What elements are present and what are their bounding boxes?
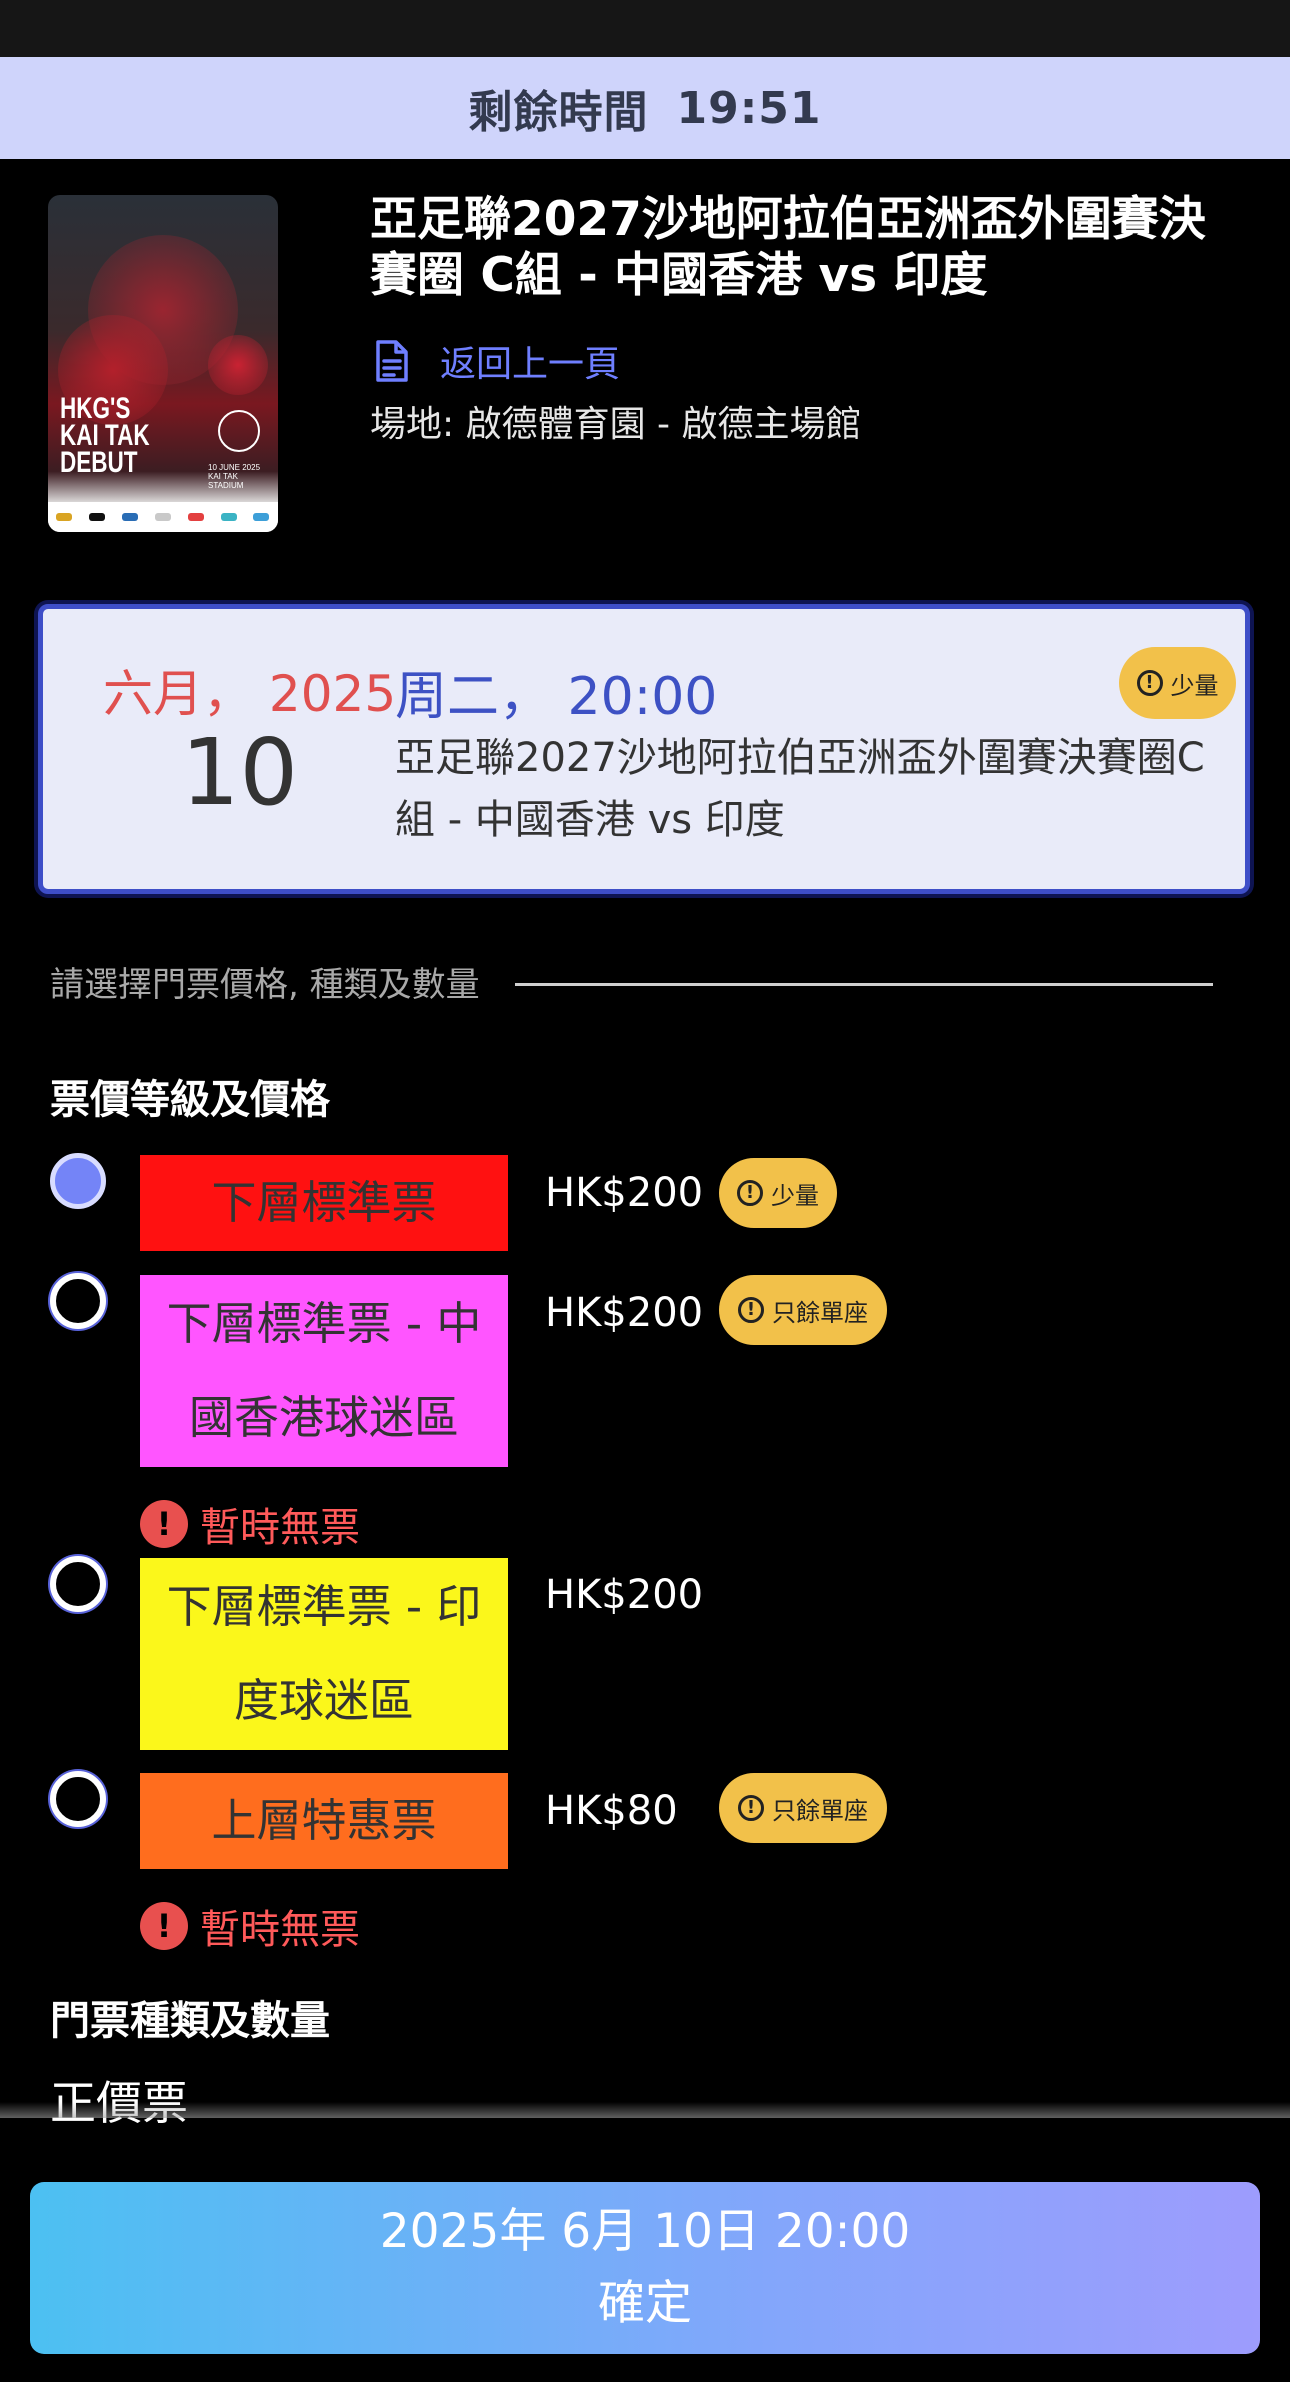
- ticket-type-label: 正價票: [50, 2067, 188, 2133]
- price-heading: 票價等級及價格: [50, 1077, 330, 1123]
- badge-label: 少量: [1170, 671, 1219, 700]
- confirm-label: 確定: [598, 2276, 692, 2331]
- tier-price-3: HK$200: [545, 1572, 704, 1618]
- weekday-time: 周二， 20:00: [395, 667, 718, 727]
- tier-radio-4[interactable]: [50, 1771, 106, 1827]
- venue: 場地: 啟德體育園 - 啟德主場館: [370, 404, 862, 445]
- back-link-label: 返回上一頁: [440, 344, 621, 385]
- status-bar: [0, 0, 1290, 57]
- tier-radio-3[interactable]: [50, 1556, 106, 1612]
- sold-out-warning-4: ! 暫時無票: [140, 1897, 360, 1955]
- tier-badge-1-label: 少量: [771, 1181, 819, 1210]
- section-hint: 請選擇門票價格, 種類及數量: [50, 965, 480, 1005]
- exclamation-icon: !: [1136, 670, 1163, 696]
- scroll-fade: [0, 2102, 1290, 2118]
- poster-headline: HKG'S KAI TAK DEBUT: [60, 392, 150, 479]
- confirm-datetime: 2025年 6月 10日 20:00: [379, 2204, 911, 2259]
- tier-label-3[interactable]: 下層標準票 - 印度球迷區: [140, 1558, 508, 1750]
- tier-badge-2: ! 只餘單座: [719, 1275, 887, 1345]
- tier-label-4[interactable]: 上層特惠票: [140, 1773, 508, 1869]
- sold-out-label-2: 暫時無票: [200, 1505, 360, 1551]
- tier-label-2[interactable]: 下層標準票 - 中國香港球迷區: [140, 1275, 508, 1467]
- timer-value: 19:51: [676, 82, 822, 134]
- selected-date-card[interactable]: 六月， 2025 10 周二， 20:00 亞足聯2027沙地阿拉伯亞洲盃外圍賽…: [38, 604, 1250, 894]
- back-link[interactable]: 返回上一頁: [372, 335, 620, 387]
- tier-badge-4: ! 只餘單座: [719, 1773, 887, 1843]
- document-icon: [376, 340, 408, 382]
- tier-price-4: HK$80: [545, 1788, 678, 1834]
- sold-out-warning-2: ! 暫時無票: [140, 1495, 360, 1553]
- month-year: 六月， 2025: [103, 665, 397, 723]
- tier-radio-2[interactable]: [50, 1273, 106, 1329]
- tier-radio-1[interactable]: [50, 1153, 106, 1209]
- tier-badge-1: ! 少量: [719, 1158, 837, 1228]
- day-number: 10: [181, 719, 299, 826]
- poster-sponsor-logos: [48, 502, 278, 532]
- sold-out-label-4: 暫時無票: [200, 1907, 360, 1953]
- confirm-button[interactable]: 2025年 6月 10日 20:00 確定: [30, 2182, 1260, 2354]
- tier-badge-4-label: 只餘單座: [772, 1796, 868, 1825]
- exclamation-icon: !: [738, 1297, 764, 1323]
- tier-label-1[interactable]: 下層標準票: [140, 1155, 508, 1251]
- timer-label: 剩餘時間: [468, 87, 649, 138]
- tier-price-1: HK$200: [545, 1170, 704, 1216]
- exclamation-icon: !: [738, 1795, 764, 1821]
- availability-badge: ! 少量: [1119, 647, 1236, 719]
- ticket-type-heading: 門票種類及數量: [50, 1998, 330, 2044]
- poster-date: 10 JUNE 2025 KAI TAK STADIUM: [208, 463, 261, 490]
- event-title: 亞足聯2027沙地阿拉伯亞洲盃外圍賽決賽圈 C組 - 中國香港 vs 印度: [370, 192, 1206, 303]
- alert-icon: !: [140, 1500, 188, 1548]
- exclamation-icon: !: [737, 1180, 763, 1206]
- remaining-time-banner: 剩餘時間 19:51: [0, 57, 1290, 159]
- divider: [515, 983, 1213, 986]
- alert-icon: !: [140, 1902, 188, 1950]
- tier-badge-2-label: 只餘單座: [772, 1298, 868, 1327]
- event-poster: HKG'S KAI TAK DEBUT 10 JUNE 2025 KAI TAK…: [48, 195, 278, 532]
- date-card-description: 亞足聯2027沙地阿拉伯亞洲盃外圍賽決賽圈C組 - 中國香港 vs 印度: [395, 735, 1205, 843]
- tier-price-2: HK$200: [545, 1290, 704, 1336]
